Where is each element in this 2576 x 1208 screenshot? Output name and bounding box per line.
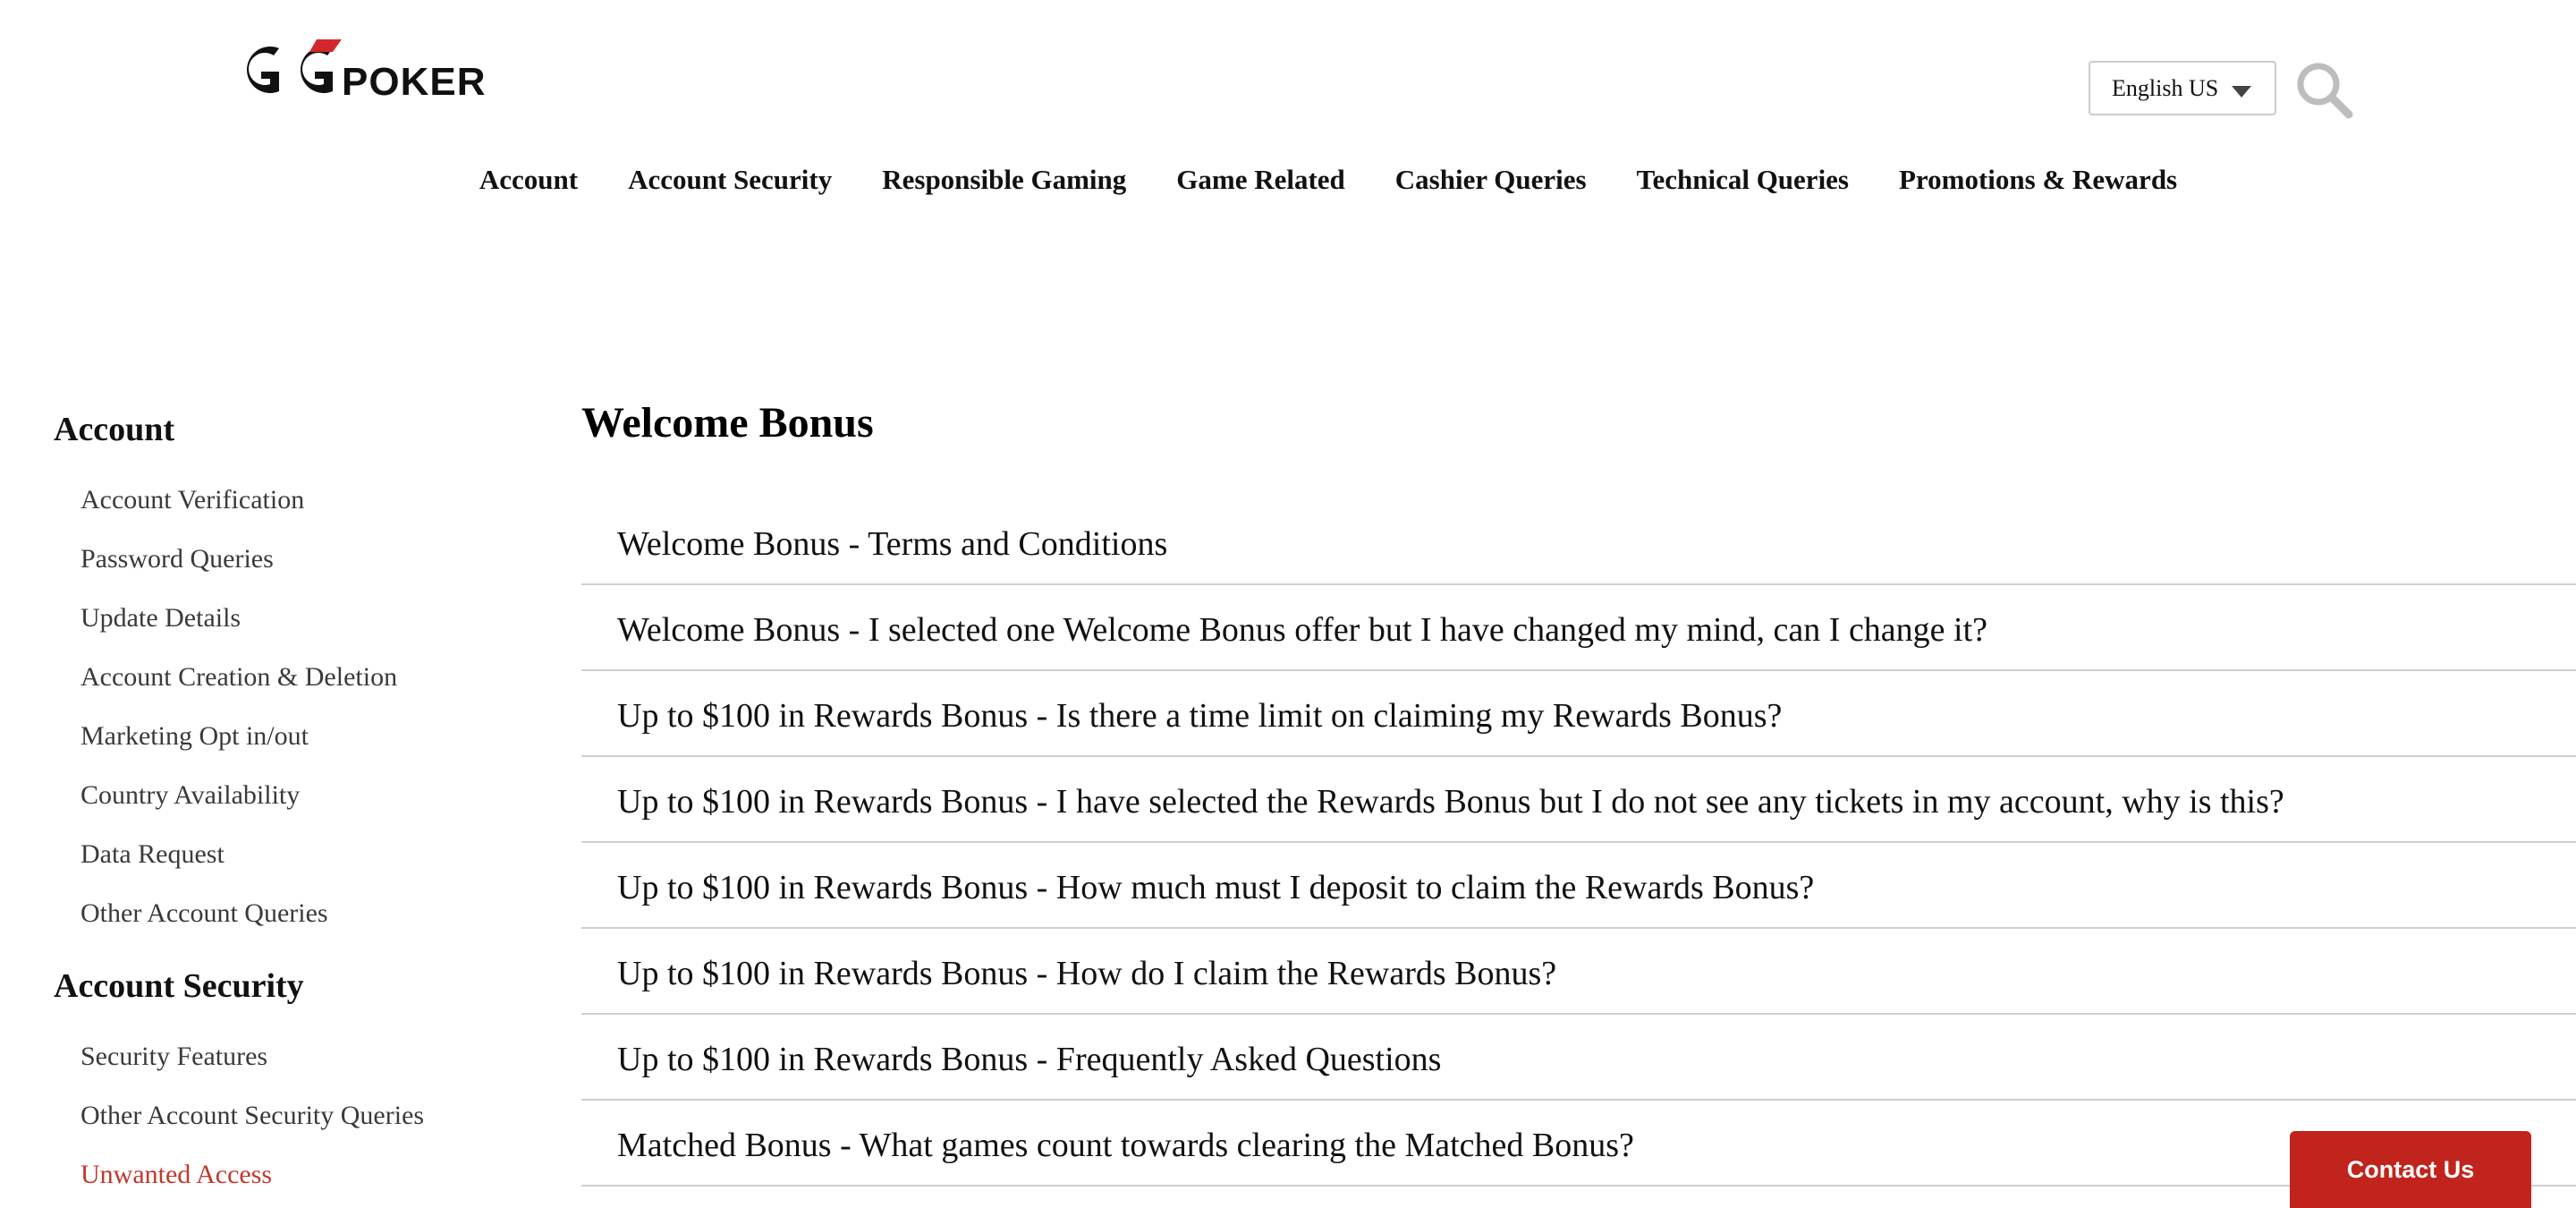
article-link[interactable]: Welcome Bonus - I selected one Welcome B… xyxy=(617,610,1987,650)
sidebar-group-title-account[interactable]: Account xyxy=(54,403,555,456)
article-item[interactable]: Matched Bonus - What games count towards… xyxy=(581,1101,2576,1187)
page-title: Welcome Bonus xyxy=(581,399,874,447)
article-link[interactable]: Matched Bonus - What games count towards… xyxy=(617,1126,1634,1165)
sidebar-item-update-details[interactable]: Update Details xyxy=(54,589,555,648)
main-content: Welcome Bonus Welcome Bonus - Terms and … xyxy=(581,392,2576,1187)
article-link[interactable]: Up to $100 in Rewards Bonus - How much m… xyxy=(617,868,1814,907)
article-link[interactable]: Up to $100 in Rewards Bonus - Is there a… xyxy=(617,696,1782,736)
article-item[interactable]: Up to $100 in Rewards Bonus - Frequently… xyxy=(581,1015,2576,1101)
nav-responsible-gaming[interactable]: Responsible Gaming xyxy=(882,157,1126,202)
nav-technical-queries[interactable]: Technical Queries xyxy=(1637,157,1849,202)
article-link[interactable]: Welcome Bonus - Terms and Conditions xyxy=(617,524,1167,564)
article-link[interactable]: Up to $100 in Rewards Bonus - I have sel… xyxy=(617,782,2284,821)
article-link[interactable]: Up to $100 in Rewards Bonus - Frequently… xyxy=(617,1040,1441,1079)
nav-account[interactable]: Account xyxy=(479,157,578,202)
chevron-down-icon xyxy=(2232,86,2251,98)
article-link[interactable]: Up to $100 in Rewards Bonus - How do I c… xyxy=(617,954,1556,993)
contact-us-button[interactable]: Contact Us xyxy=(2290,1131,2531,1208)
nav-cashier-queries[interactable]: Cashier Queries xyxy=(1395,157,1587,202)
language-select[interactable]: English US xyxy=(2089,61,2276,115)
sidebar-group-account-security: Security Features Other Account Security… xyxy=(54,1027,555,1204)
sidebar-item-country-availability[interactable]: Country Availability xyxy=(54,766,555,825)
svg-text:POKER: POKER xyxy=(342,60,486,104)
sidebar-item-other-security-queries[interactable]: Other Account Security Queries xyxy=(54,1086,555,1145)
sidebar: Account Account Verification Password Qu… xyxy=(54,403,555,1208)
sidebar-item-data-request[interactable]: Data Request xyxy=(54,825,555,884)
article-item[interactable]: Up to $100 in Rewards Bonus - How do I c… xyxy=(581,929,2576,1015)
search-icon[interactable] xyxy=(2295,61,2354,120)
ggpoker-logo[interactable]: POKER xyxy=(227,36,528,104)
top-navigation: Account Account Security Responsible Gam… xyxy=(0,157,2576,202)
sidebar-item-marketing-opt[interactable]: Marketing Opt in/out xyxy=(54,707,555,766)
article-item[interactable]: Up to $100 in Rewards Bonus - Is there a… xyxy=(581,671,2576,757)
sidebar-item-account-creation-deletion[interactable]: Account Creation & Deletion xyxy=(54,648,555,707)
nav-promotions-rewards[interactable]: Promotions & Rewards xyxy=(1899,157,2177,202)
article-item[interactable]: Up to $100 in Rewards Bonus - How much m… xyxy=(581,843,2576,929)
article-item[interactable]: Up to $100 in Rewards Bonus - I have sel… xyxy=(581,757,2576,843)
logo-graphic: POKER xyxy=(247,39,486,104)
article-item[interactable]: Welcome Bonus - Terms and Conditions xyxy=(581,499,2576,585)
article-list: Welcome Bonus - Terms and Conditions Wel… xyxy=(581,499,2576,1187)
sidebar-group-account: Account Verification Password Queries Up… xyxy=(54,471,555,943)
sidebar-item-unwanted-access[interactable]: Unwanted Access xyxy=(54,1145,555,1204)
article-item[interactable]: Welcome Bonus - I selected one Welcome B… xyxy=(581,585,2576,671)
sidebar-item-security-features[interactable]: Security Features xyxy=(54,1027,555,1086)
nav-account-security[interactable]: Account Security xyxy=(628,157,832,202)
sidebar-group-title-account-security[interactable]: Account Security xyxy=(54,959,555,1013)
language-select-value: English US xyxy=(2112,74,2219,101)
sidebar-item-account-verification[interactable]: Account Verification xyxy=(54,471,555,530)
sidebar-item-other-account-queries[interactable]: Other Account Queries xyxy=(54,884,555,943)
sidebar-item-password-queries[interactable]: Password Queries xyxy=(54,530,555,589)
nav-game-related[interactable]: Game Related xyxy=(1176,157,1345,202)
